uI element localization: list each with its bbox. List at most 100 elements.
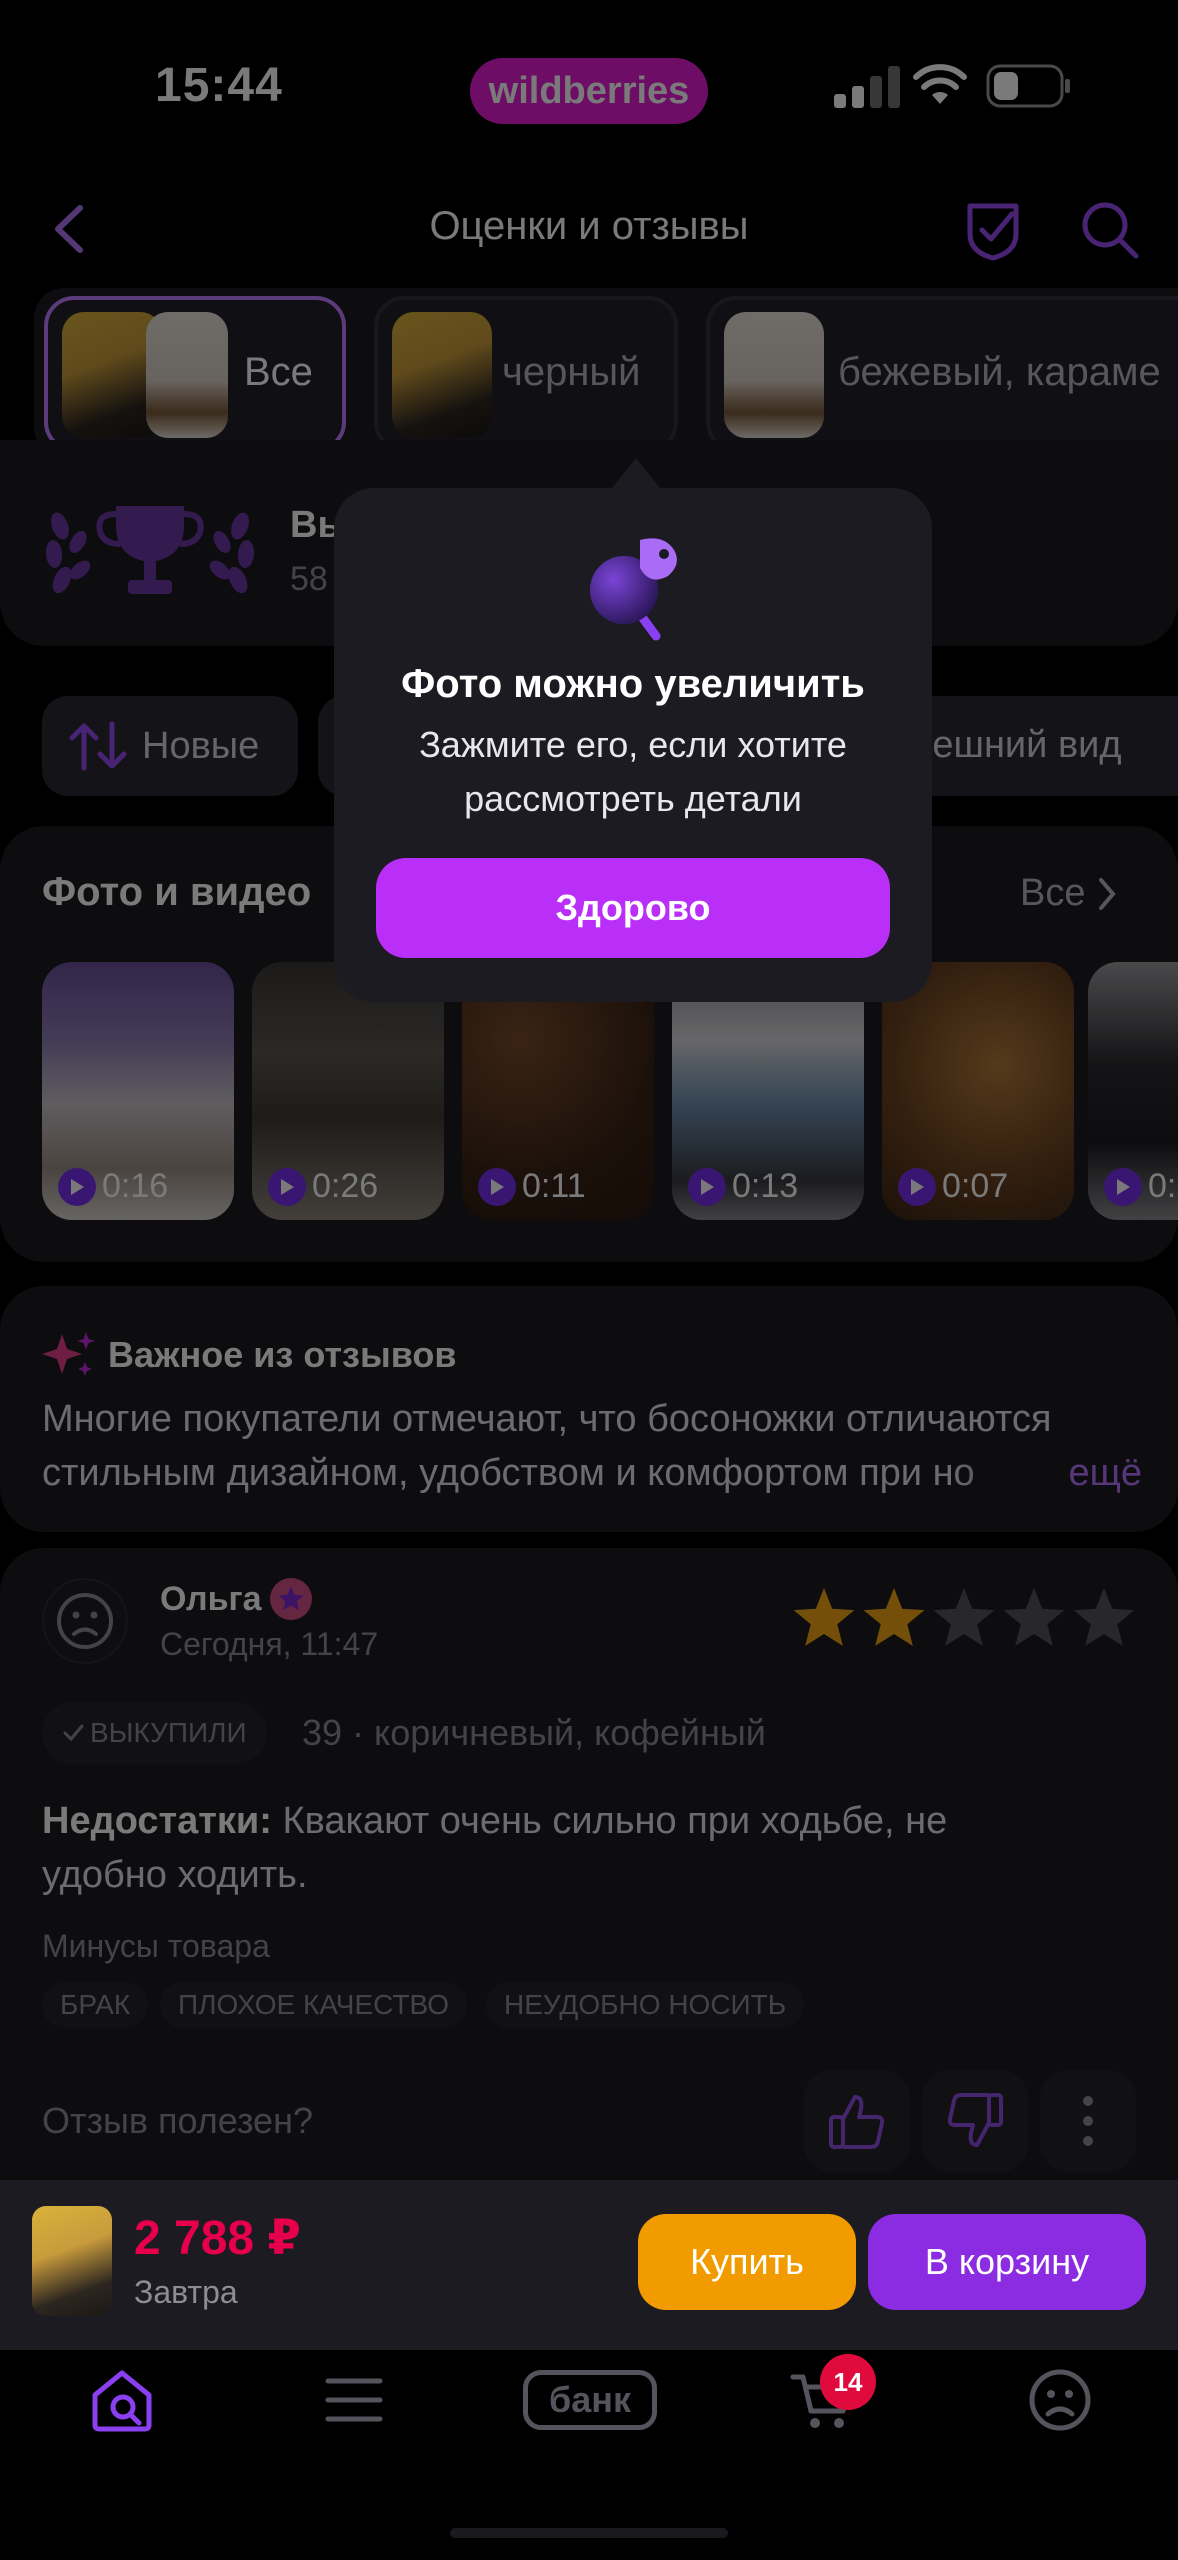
product-thumb xyxy=(32,2206,112,2316)
video-duration: 0:16 xyxy=(58,1167,168,1206)
buy-label: Купить xyxy=(690,2241,804,2282)
variant-black[interactable]: черный xyxy=(374,296,678,452)
back-button[interactable] xyxy=(40,196,100,262)
variant-label: черный xyxy=(502,350,641,394)
wifi-icon xyxy=(912,62,968,106)
shield-check-icon[interactable] xyxy=(960,196,1026,262)
variant-thumb xyxy=(724,312,824,438)
video-duration: 0:13 xyxy=(688,1167,798,1206)
play-icon xyxy=(1104,1167,1142,1206)
cellular-signal-icon xyxy=(834,66,904,108)
video-duration: 0:26 xyxy=(268,1167,378,1206)
review-rating xyxy=(788,1584,1148,1654)
status-bar: 15:44 wildberries xyxy=(0,0,1178,170)
battery-icon xyxy=(986,64,1072,108)
minus-tag: ПЛОХОЕ КАЧЕСТВО xyxy=(160,1982,468,2028)
tooltip-ok-button[interactable]: Здорово xyxy=(376,858,890,958)
search-icon[interactable] xyxy=(1076,196,1142,262)
star-empty-icon xyxy=(1073,1588,1135,1646)
more-vertical-icon xyxy=(1083,2096,1093,2146)
variant-thumb xyxy=(146,312,228,438)
rating-summary-subtitle: 58 xyxy=(290,560,328,598)
video-duration: 0: xyxy=(1104,1167,1176,1206)
nav-profile[interactable] xyxy=(1020,2360,1100,2440)
important-more-link[interactable]: ещё xyxy=(1062,1446,1142,1500)
variant-all[interactable]: Все xyxy=(44,296,346,452)
chevron-right-icon xyxy=(1099,877,1117,910)
tooltip-text-line-2: рассмотреть детали xyxy=(464,778,802,819)
nav-bank[interactable]: банк xyxy=(520,2360,660,2440)
sparkles-icon xyxy=(40,1330,98,1380)
play-icon xyxy=(898,1167,936,1206)
minus-title: Минусы товара xyxy=(42,1928,270,1964)
more-options-button[interactable] xyxy=(1040,2070,1136,2172)
cart-badge-count: 14 xyxy=(833,2366,863,2397)
play-icon xyxy=(58,1167,96,1206)
like-button[interactable] xyxy=(804,2070,910,2172)
nav-home-search[interactable] xyxy=(82,2360,162,2440)
variant-label: Все xyxy=(244,350,313,394)
buy-button[interactable]: Купить xyxy=(638,2214,856,2310)
filter-chip-appearance[interactable]: Внешний вид xyxy=(896,696,1178,796)
home-search-icon xyxy=(92,2370,152,2432)
bank-icon: банк xyxy=(523,2370,657,2430)
variant-thumb xyxy=(392,312,492,438)
review-variant: 39 · коричневый, кофейный xyxy=(302,1712,766,1753)
all-link-label: Все xyxy=(1020,872,1086,914)
add-to-cart-label: В корзину xyxy=(924,2241,1090,2282)
clock: 15:44 xyxy=(155,59,283,112)
sort-arrows-icon xyxy=(69,721,127,771)
brand-logo-text: wildberries xyxy=(488,69,690,112)
user-face-icon xyxy=(57,1593,113,1649)
video-thumbnail[interactable]: 0:07 xyxy=(882,962,1074,1220)
important-text-wrap: Многие покупатели отмечают, что босоножк… xyxy=(42,1392,1142,1502)
video-duration: 0:07 xyxy=(898,1167,1008,1206)
helpful-question: Отзыв полезен? xyxy=(42,2100,313,2141)
author-badge-star-icon xyxy=(270,1578,312,1620)
important-title: Важное из отзывов xyxy=(108,1334,457,1375)
star-filled-icon xyxy=(793,1588,855,1646)
dislike-button[interactable] xyxy=(922,2070,1028,2172)
thumbs-up-icon xyxy=(829,2095,885,2149)
brand-logo: wildberries xyxy=(470,58,708,124)
sort-button[interactable]: Новые xyxy=(42,696,298,796)
star-empty-icon xyxy=(1003,1588,1065,1646)
important-fade xyxy=(952,1446,1072,1502)
page-title: Оценки и отзывы xyxy=(429,204,749,248)
zoom-tooltip: Фото можно увеличить Зажмите его, если х… xyxy=(334,488,932,1002)
tooltip-title: Фото можно увеличить xyxy=(401,662,865,706)
photos-videos-title: Фото и видео xyxy=(42,870,312,914)
product-price: 2 788 ₽ xyxy=(134,2212,301,2265)
profile-face-icon xyxy=(1029,2369,1091,2431)
photos-videos-all-link[interactable]: Все xyxy=(1020,872,1119,915)
avatar xyxy=(42,1578,128,1664)
bought-badge: ВЫКУПИЛИ xyxy=(42,1702,267,1764)
variant-label: бежевый, караме xyxy=(838,350,1161,394)
check-icon xyxy=(63,1724,84,1742)
magnifier-icon xyxy=(578,536,694,646)
star-filled-icon xyxy=(863,1588,925,1646)
bank-label: банк xyxy=(548,2379,632,2420)
delivery-date: Завтра xyxy=(134,2274,238,2310)
tooltip-text-line-1: Зажмите его, если хотите xyxy=(419,724,847,765)
play-icon xyxy=(478,1167,516,1206)
review-date: Сегодня, 11:47 xyxy=(160,1626,379,1662)
home-indicator xyxy=(450,2528,728,2538)
tooltip-arrow xyxy=(612,458,660,488)
cons-label: Недостатки: xyxy=(42,1800,272,1842)
minus-tag: БРАК xyxy=(42,1982,149,2028)
review-cons: Недостатки: Квакают очень сильно при ход… xyxy=(42,1794,1042,1902)
app-root: { "status_bar": {"time": "15:44", "brand… xyxy=(0,0,1178,2560)
video-thumbnail[interactable]: 0: xyxy=(1088,962,1178,1220)
thumbs-down-icon xyxy=(947,2093,1003,2147)
video-thumbnail[interactable]: 0:16 xyxy=(42,962,234,1220)
minus-tag: НЕУДОБНО НОСИТЬ xyxy=(486,1982,805,2028)
play-icon xyxy=(268,1167,306,1206)
menu-icon xyxy=(325,2378,383,2422)
sort-label: Новые xyxy=(142,724,260,767)
play-icon xyxy=(688,1167,726,1206)
nav-catalog[interactable] xyxy=(314,2360,394,2440)
variant-beige[interactable]: бежевый, караме xyxy=(706,296,1178,452)
add-to-cart-button[interactable]: В корзину xyxy=(868,2214,1146,2310)
video-duration: 0:11 xyxy=(478,1167,586,1206)
